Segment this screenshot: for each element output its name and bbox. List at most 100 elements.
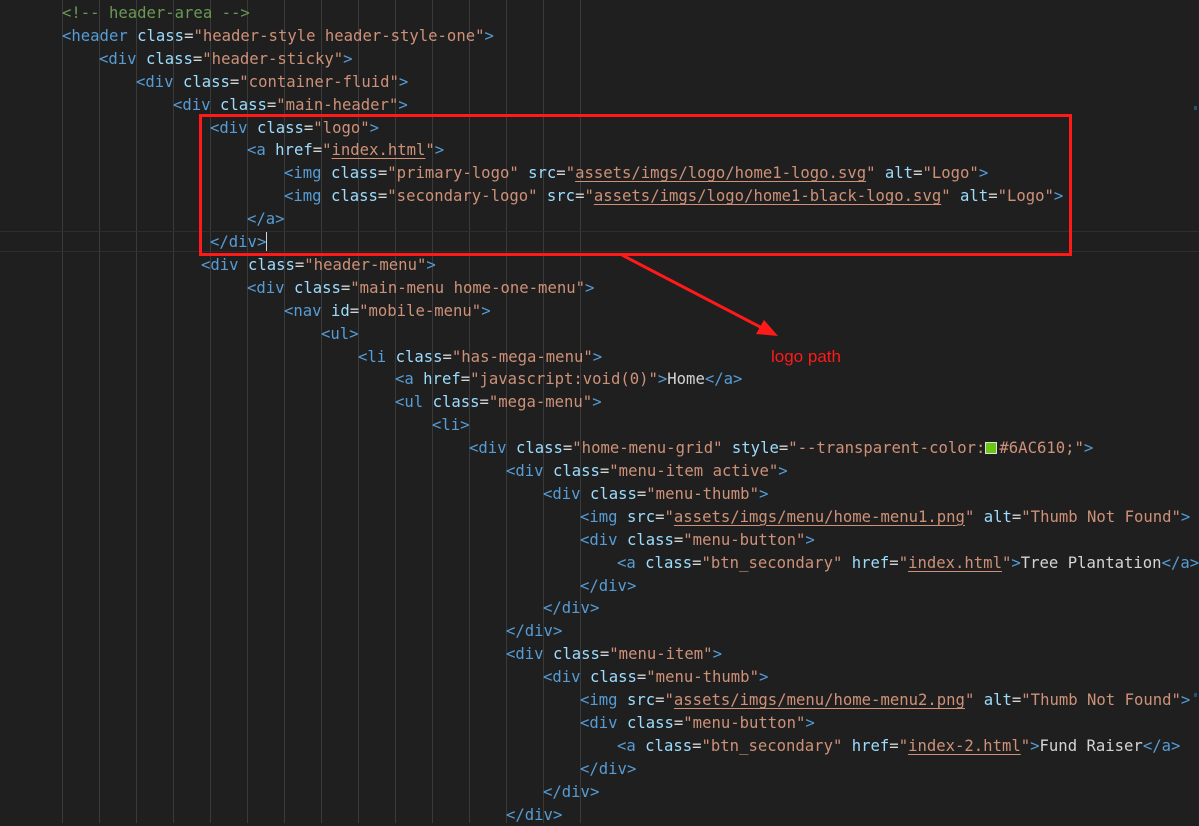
- code-line[interactable]: <div class="header-menu">: [0, 254, 1199, 277]
- code-token: ": [665, 508, 674, 526]
- code-token: =: [480, 393, 489, 411]
- code-token: <div: [506, 462, 544, 480]
- code-token: "menu-button": [683, 714, 805, 732]
- code-line[interactable]: </div>: [0, 758, 1199, 781]
- code-token: =: [637, 485, 646, 503]
- scrollbar-marker[interactable]: [1194, 106, 1197, 110]
- code-line[interactable]: <nav id="mobile-menu">: [0, 300, 1199, 323]
- code-line[interactable]: <div class="container-fluid">: [0, 71, 1199, 94]
- code-line[interactable]: <div class="menu-button">: [0, 529, 1199, 552]
- code-token: [544, 462, 553, 480]
- code-line[interactable]: <a class="btn_secondary" href="index-2.h…: [0, 735, 1199, 758]
- color-swatch-icon: [985, 442, 997, 454]
- code-token: =: [655, 508, 664, 526]
- code-token: <div: [99, 50, 137, 68]
- code-token: >: [426, 256, 435, 274]
- code-token: "menu-thumb": [646, 668, 759, 686]
- code-token: [842, 554, 851, 572]
- code-token: style: [732, 439, 779, 457]
- code-token: "Thumb Not Found": [1021, 691, 1181, 709]
- code-token: ": [899, 554, 908, 572]
- code-line[interactable]: <ul>: [0, 323, 1199, 346]
- code-token: <a: [617, 737, 636, 755]
- code-line[interactable]: </div>: [0, 597, 1199, 620]
- code-line[interactable]: <li class="has-mega-menu">: [0, 346, 1199, 369]
- code-line[interactable]: <ul class="mega-menu">: [0, 391, 1199, 414]
- code-line[interactable]: <div class="menu-item">: [0, 643, 1199, 666]
- code-token: [285, 279, 294, 297]
- code-token: </div>: [580, 760, 636, 778]
- code-token: id: [331, 302, 350, 320]
- code-line[interactable]: <a class="btn_secondary" href="index.htm…: [0, 552, 1199, 575]
- code-line[interactable]: </div>: [0, 781, 1199, 804]
- code-line[interactable]: <div class="home-menu-grid" style="--tra…: [0, 437, 1199, 460]
- code-line[interactable]: </div>: [0, 620, 1199, 643]
- code-line[interactable]: <header class="header-style header-style…: [0, 25, 1199, 48]
- code-token: ": [899, 737, 908, 755]
- code-token: [618, 714, 627, 732]
- code-token: =: [655, 691, 664, 709]
- code-token: class: [248, 256, 295, 274]
- code-token: "menu-button": [683, 531, 805, 549]
- code-token: >: [759, 668, 768, 686]
- code-token: class: [590, 668, 637, 686]
- code-token: =: [295, 256, 304, 274]
- code-token: [636, 737, 645, 755]
- code-token: <img: [580, 691, 618, 709]
- code-token: <!-- header-area -->: [62, 4, 250, 22]
- code-line[interactable]: </div>: [0, 575, 1199, 598]
- code-token: </div>: [543, 783, 599, 801]
- code-token: =: [674, 531, 683, 549]
- code-token: Home: [667, 370, 705, 388]
- code-token: [239, 256, 248, 274]
- code-token: [581, 668, 590, 686]
- code-token: Fund Raiser: [1040, 737, 1143, 755]
- code-line[interactable]: <div class="menu-button">: [0, 712, 1199, 735]
- code-line[interactable]: <li>: [0, 414, 1199, 437]
- code-token: >: [1181, 508, 1190, 526]
- code-token: "Thumb Not Found": [1021, 508, 1181, 526]
- code-token: =: [889, 554, 898, 572]
- code-token: class: [645, 737, 692, 755]
- code-line[interactable]: <div class="menu-thumb">: [0, 483, 1199, 506]
- code-token: >: [1030, 737, 1039, 755]
- code-token: <ul: [395, 393, 423, 411]
- code-token: "btn_secondary": [702, 737, 843, 755]
- callout-label: logo path: [771, 347, 841, 367]
- code-line[interactable]: <div class="header-sticky">: [0, 48, 1199, 71]
- code-token: </div>: [580, 577, 636, 595]
- code-token: =: [674, 714, 683, 732]
- code-token: Tree Plantation: [1021, 554, 1162, 572]
- code-token: [842, 737, 851, 755]
- code-line[interactable]: <!-- header-area -->: [0, 2, 1199, 25]
- code-line[interactable]: <div class="menu-thumb">: [0, 666, 1199, 689]
- code-token: >: [713, 645, 722, 663]
- code-token: >: [399, 73, 408, 91]
- code-token: ": [965, 691, 974, 709]
- code-token: "mega-menu": [489, 393, 592, 411]
- code-token: >: [1011, 554, 1020, 572]
- code-token: alt: [984, 508, 1012, 526]
- code-line[interactable]: <a href="javascript:void(0)">Home</a>: [0, 368, 1199, 391]
- code-line[interactable]: <div class="menu-item active">: [0, 460, 1199, 483]
- code-token: class: [553, 462, 600, 480]
- code-token: >: [398, 96, 407, 114]
- code-token: <div: [543, 485, 581, 503]
- code-line[interactable]: <img src="assets/imgs/menu/home-menu1.pn…: [0, 506, 1199, 529]
- code-token: <a: [617, 554, 636, 572]
- code-editor[interactable]: <!-- header-area --> <header class="heade…: [0, 0, 1199, 823]
- scrollbar-marker[interactable]: [1194, 693, 1197, 697]
- code-token: >: [1181, 691, 1190, 709]
- code-token: =: [563, 439, 572, 457]
- code-line[interactable]: <img src="assets/imgs/menu/home-menu2.pn…: [0, 689, 1199, 712]
- code-token: =: [230, 73, 239, 91]
- code-token: [618, 531, 627, 549]
- code-token: <div: [506, 645, 544, 663]
- code-token: [974, 508, 983, 526]
- code-token: "btn_secondary": [702, 554, 843, 572]
- code-token: </div>: [506, 622, 562, 640]
- code-token: class: [220, 96, 267, 114]
- code-token: assets/imgs/menu/home-menu2.png: [674, 691, 965, 709]
- code-token: "header-menu": [304, 256, 426, 274]
- code-line[interactable]: <div class="main-menu home-one-menu">: [0, 277, 1199, 300]
